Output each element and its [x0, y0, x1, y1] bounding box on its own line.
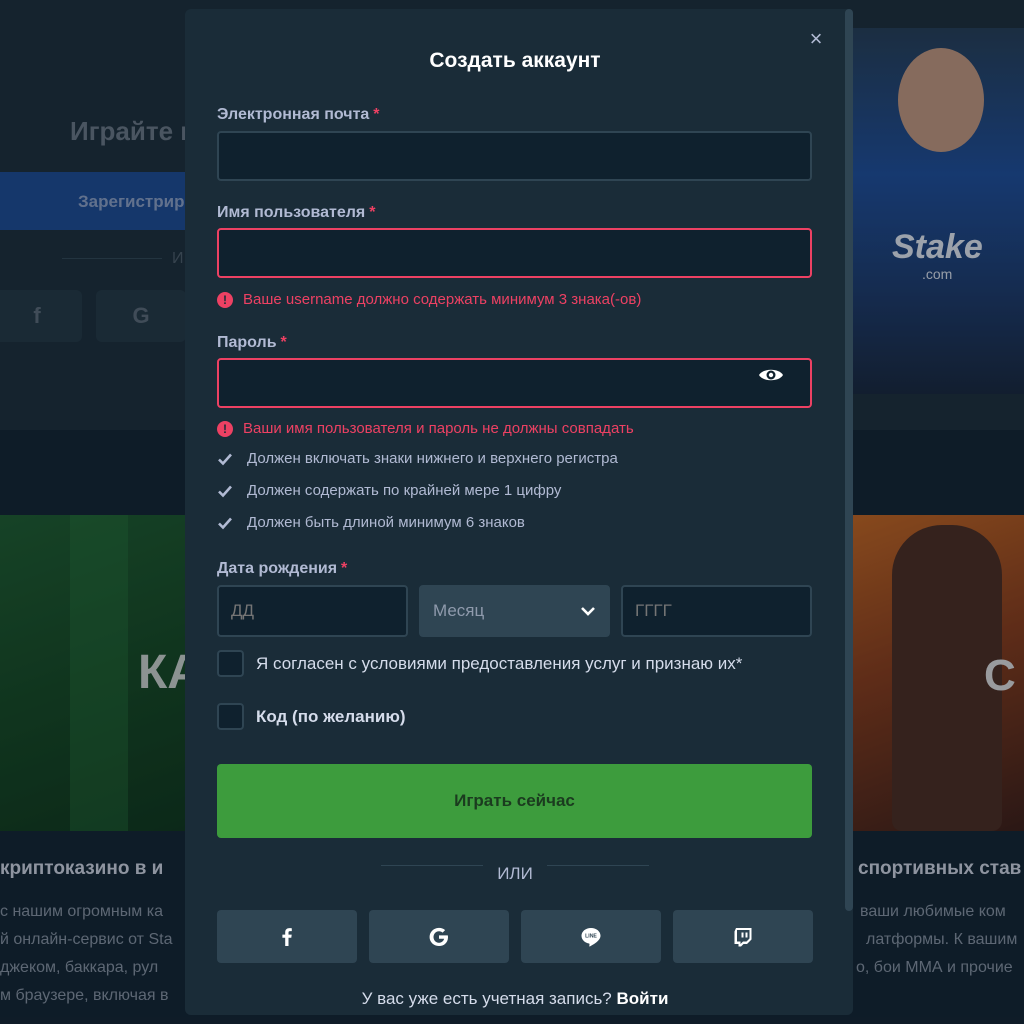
line-icon: LINE [581, 927, 601, 946]
required-mark: * [280, 334, 287, 351]
google-icon [429, 927, 448, 946]
required-mark: * [341, 560, 348, 577]
show-password-icon[interactable] [757, 364, 785, 386]
check-icon [218, 453, 232, 465]
dob-month-value: Месяц [433, 601, 485, 620]
facebook-login-button[interactable] [217, 910, 357, 963]
password-label: Пароль * [217, 334, 287, 352]
dob-label-text: Дата рождения [217, 560, 338, 577]
password-error: ! Ваши имя пользователя и пароль не долж… [217, 420, 634, 437]
close-icon[interactable]: × [804, 27, 828, 51]
line-login-button[interactable]: LINE [521, 910, 661, 963]
password-rule: Должен быть длиной минимум 6 знаков [217, 514, 525, 531]
google-login-button[interactable] [369, 910, 509, 963]
check-icon [218, 485, 232, 497]
terms-checkbox[interactable] [217, 650, 244, 677]
twitch-login-button[interactable] [673, 910, 813, 963]
login-prompt: У вас уже есть учетная запись? [361, 989, 612, 1008]
terms-row: Я согласен с условиями предоставления ус… [217, 650, 742, 677]
error-icon: ! [217, 420, 233, 437]
code-row: Код (по желанию) [217, 703, 406, 730]
play-now-button[interactable]: Играть сейчас [217, 764, 812, 838]
password-input[interactable] [217, 358, 812, 408]
email-label-text: Электронная почта [217, 106, 370, 123]
required-mark: * [373, 106, 380, 123]
login-link[interactable]: Войти [617, 989, 669, 1008]
twitch-icon [734, 927, 752, 946]
password-rule: Должен включать знаки нижнего и верхнего… [217, 450, 618, 467]
password-rule-text: Должен быть длиной минимум 6 знаков [247, 514, 525, 531]
error-icon: ! [217, 291, 233, 308]
password-label-text: Пароль [217, 334, 277, 351]
password-error-text: Ваши имя пользователя и пароль не должны… [243, 420, 634, 437]
facebook-icon [282, 927, 292, 946]
email-input[interactable] [217, 131, 812, 181]
dob-year-input[interactable] [621, 585, 812, 637]
or-text: ИЛИ [497, 864, 533, 883]
check-icon [218, 517, 232, 529]
chevron-down-icon [581, 607, 595, 616]
login-row: У вас уже есть учетная запись? Войти [185, 989, 845, 1009]
password-rule-text: Должен содержать по крайней мере 1 цифру [247, 482, 562, 499]
dob-month-select[interactable]: Месяц [419, 585, 610, 637]
username-label-text: Имя пользователя [217, 204, 366, 221]
username-label: Имя пользователя * [217, 204, 375, 222]
dob-day-input[interactable] [217, 585, 408, 637]
username-error-text: Ваше username должно содержать минимум 3… [243, 291, 642, 308]
username-error: ! Ваше username должно содержать минимум… [217, 291, 641, 308]
modal-scrollbar[interactable] [845, 9, 853, 911]
modal-title: Создать аккаунт [429, 49, 601, 72]
password-rule-text: Должен включать знаки нижнего и верхнего… [247, 450, 618, 467]
required-mark: * [369, 204, 376, 221]
email-label: Электронная почта * [217, 106, 380, 124]
code-checkbox[interactable] [217, 703, 244, 730]
dob-label: Дата рождения * [217, 560, 347, 578]
code-label: Код (по желанию) [256, 706, 406, 726]
create-account-modal: Создать аккаунт × Электронная почта * Имя… [185, 9, 853, 1015]
username-input[interactable] [217, 228, 812, 278]
password-rule: Должен содержать по крайней мере 1 цифру [217, 482, 561, 499]
svg-text:LINE: LINE [585, 933, 597, 939]
terms-label: Я согласен с условиями предоставления ус… [256, 653, 743, 673]
